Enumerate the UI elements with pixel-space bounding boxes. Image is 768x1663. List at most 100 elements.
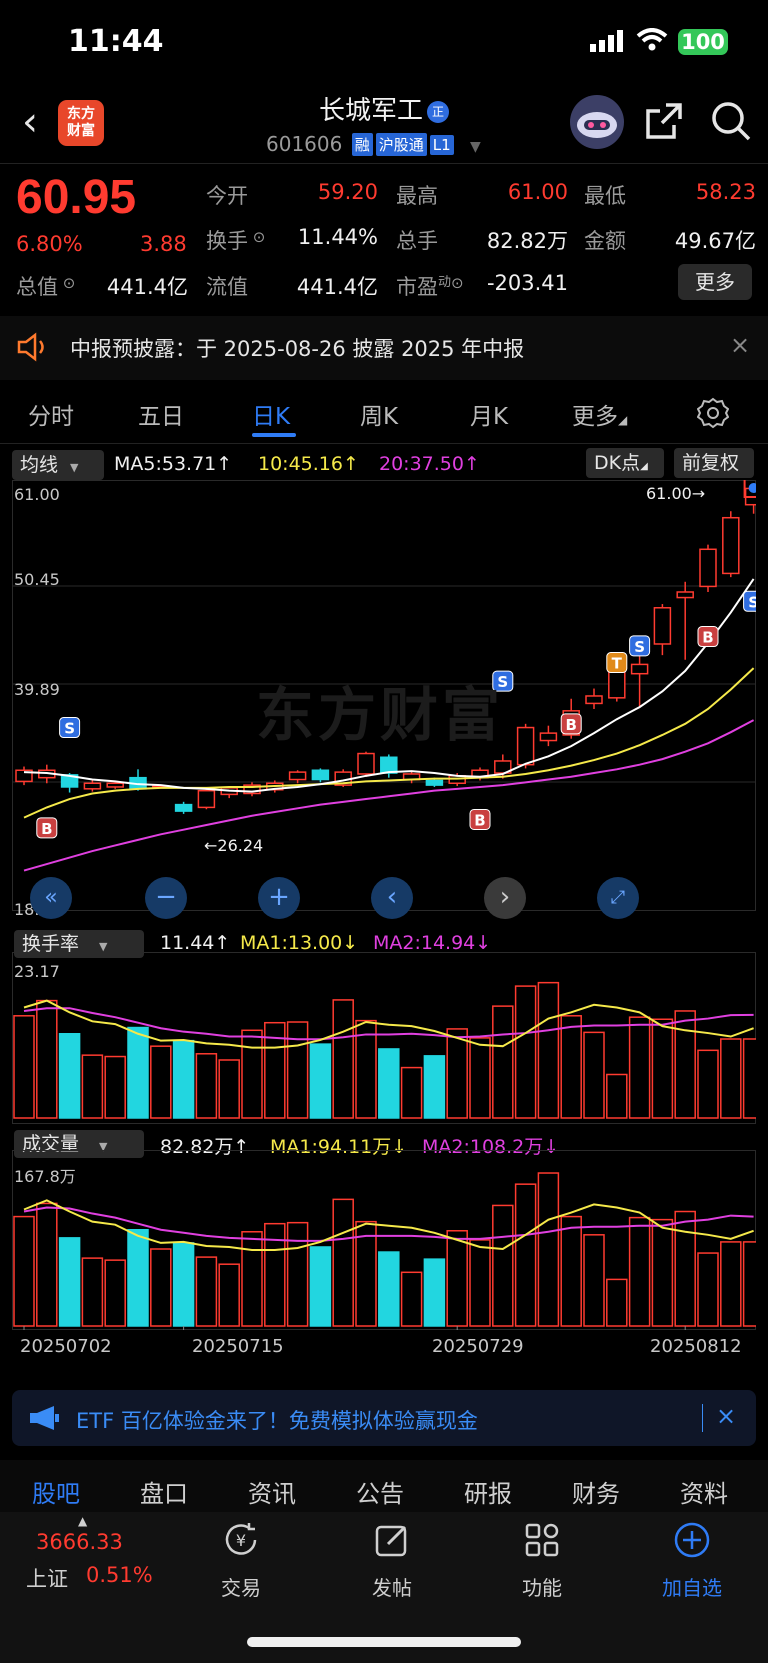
scroll-left-fast-button[interactable]: «	[30, 877, 72, 919]
candle-body	[106, 782, 124, 788]
function-button[interactable]: 功能	[502, 1520, 582, 1601]
volume-bar	[423, 1258, 446, 1327]
volume-bar	[378, 1251, 400, 1327]
change-percent: 6.80%	[16, 232, 83, 256]
signal-badge-letter: T	[612, 655, 623, 673]
stat-value-pe: -203.41	[486, 271, 568, 295]
volume-bar	[469, 1239, 491, 1327]
volume-bar	[150, 1248, 172, 1327]
stat-label-mktcap: 总值 ⊙	[16, 274, 76, 299]
volume-bar	[492, 1204, 514, 1327]
stat-value-volume: 82.82万	[486, 229, 568, 253]
candle-body	[516, 726, 535, 766]
turnover-bar	[127, 1026, 149, 1119]
trade-icon: ¥	[225, 1523, 257, 1555]
stat-label-low: 最低	[584, 184, 626, 208]
assistant-robot-icon[interactable]	[570, 95, 624, 149]
volume-bar	[127, 1229, 149, 1327]
svg-text:¥: ¥	[236, 1531, 246, 1550]
signal-badge-letter: B	[565, 716, 576, 734]
signal-badge-letter: B	[474, 811, 485, 829]
volume-bar	[195, 1256, 218, 1327]
stat-label-volume: 总手	[396, 229, 438, 253]
stat-label-pe: 市盈动⊙	[396, 274, 464, 299]
tab-announcement[interactable]: 公告	[356, 1474, 404, 1509]
tab-research[interactable]: 研报	[464, 1474, 512, 1509]
more-stats-button[interactable]: 更多	[678, 264, 752, 300]
fullscreen-button[interactable]: ⤢	[597, 877, 639, 919]
scroll-left-button[interactable]: ‹	[371, 877, 413, 919]
stock-subtitle[interactable]: 601606 融沪股通 L1 ▼	[266, 132, 481, 156]
share-icon[interactable]	[644, 101, 684, 141]
turnover-bar	[492, 1005, 514, 1119]
candle-body	[539, 732, 558, 742]
tab-intraday[interactable]: 分时	[28, 397, 74, 431]
tab-five-day[interactable]: 五日	[138, 397, 184, 431]
tab-pankou[interactable]: 盘口	[140, 1474, 188, 1509]
volume-bar	[309, 1246, 332, 1327]
add-watchlist-button[interactable]: 加自选	[652, 1520, 732, 1601]
volume-bar	[36, 1202, 58, 1327]
caret-up-icon: ▲	[78, 1514, 88, 1528]
stat-label-open: 今开	[206, 184, 248, 208]
stat-value-turnover: 11.44%	[297, 225, 378, 249]
tab-monthly-k[interactable]: 月K	[470, 397, 508, 431]
indicator-selector[interactable]: 均线 ▼	[12, 450, 104, 480]
adjust-button[interactable]: 前复权	[674, 448, 754, 478]
post-label: 发帖	[372, 1576, 412, 1600]
tab-finance[interactable]: 财务	[572, 1474, 620, 1509]
volume-ymax: 167.8万	[14, 1167, 76, 1186]
turnover-bar	[332, 999, 354, 1119]
tab-profile[interactable]: 资料	[680, 1474, 728, 1509]
volume-bar	[742, 1241, 756, 1327]
candle-body	[197, 789, 216, 809]
volume-bar	[606, 1278, 628, 1327]
y-label-max: 61.00	[14, 485, 60, 504]
volume-bar	[720, 1241, 742, 1327]
volume-bar	[13, 1215, 35, 1327]
tab-daily-k[interactable]: 日K	[252, 397, 290, 431]
volume-bar	[697, 1252, 719, 1327]
zoom-out-button[interactable]: −	[145, 877, 187, 919]
index-value[interactable]: 3666.33	[36, 1530, 123, 1554]
volume-bar	[446, 1230, 468, 1327]
search-icon[interactable]	[710, 100, 752, 142]
tab-guba[interactable]: 股吧	[32, 1474, 80, 1509]
scroll-right-button[interactable]: ›	[484, 877, 526, 919]
dk-point-button[interactable]: DK点◢	[586, 448, 664, 478]
settings-gear-icon[interactable]	[697, 397, 729, 429]
clock: 11:44	[68, 24, 164, 59]
watermark: 东方财富	[256, 681, 505, 749]
volume-bar	[81, 1257, 104, 1327]
turnover-bar	[81, 1054, 104, 1119]
turnover-bar	[423, 1055, 446, 1119]
close-icon[interactable]: ×	[730, 331, 750, 359]
turnover-bar	[537, 981, 560, 1119]
turnover-current: 11.44↑	[160, 932, 231, 954]
zoom-in-button[interactable]: +	[258, 877, 300, 919]
candle-body	[585, 695, 603, 705]
candle-body	[174, 803, 193, 812]
turnover-bar	[150, 1045, 172, 1119]
volume-bar	[104, 1259, 126, 1327]
volume-bar	[560, 1215, 582, 1327]
tab-weekly-k[interactable]: 周K	[360, 397, 398, 431]
turnover-bar	[697, 1049, 719, 1119]
tab-more[interactable]: 更多◢	[572, 397, 627, 431]
tab-news[interactable]: 资讯	[248, 1474, 296, 1509]
status-bar: 11:44 100	[0, 0, 768, 80]
trade-button[interactable]: ¥ 交易	[201, 1520, 281, 1601]
volume-bar	[674, 1210, 696, 1327]
candle-body	[722, 516, 740, 575]
signal-icon	[590, 30, 623, 52]
post-button[interactable]: 发帖	[352, 1520, 432, 1601]
turnover-bar	[583, 1031, 605, 1119]
turnover-bar	[195, 1053, 218, 1119]
signal-badge-letter: B	[41, 820, 52, 838]
volume-bar	[628, 1216, 651, 1327]
date-label: 20250812	[650, 1336, 742, 1357]
close-icon[interactable]: ×	[716, 1402, 736, 1430]
turnover-bar	[651, 1018, 674, 1119]
dropdown-icon: ▼	[470, 139, 481, 155]
stat-value-amount: 49.67亿	[674, 229, 756, 253]
